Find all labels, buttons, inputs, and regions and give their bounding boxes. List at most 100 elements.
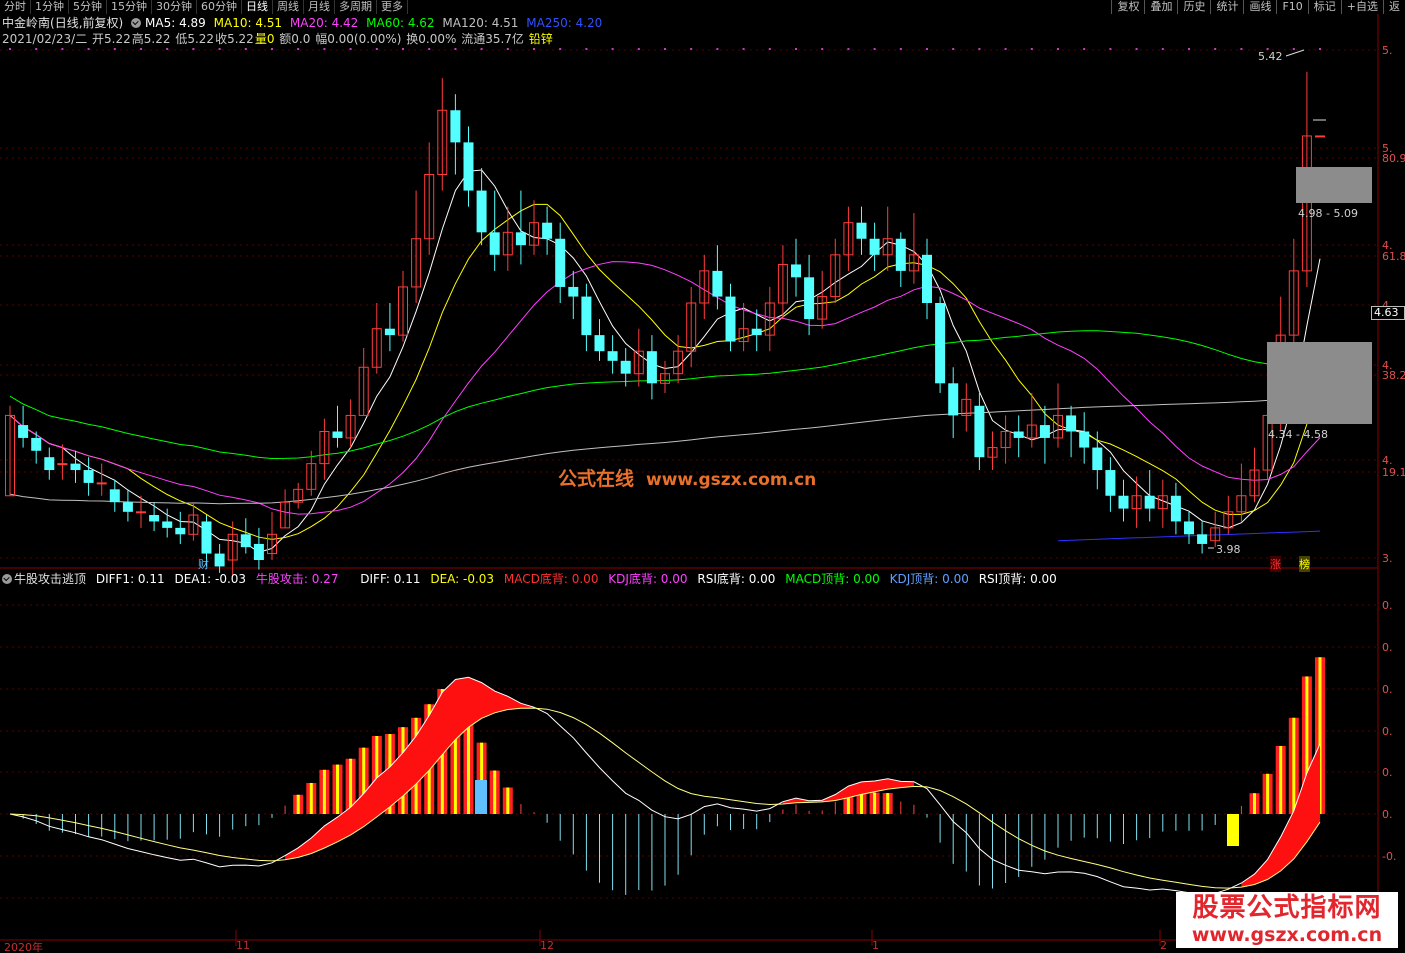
price-axis-label: 38.2: [1382, 369, 1405, 382]
candle-body-down: [1184, 521, 1194, 535]
macd-bar-yellow: [1292, 717, 1296, 814]
price-axis-label: 61.8: [1382, 250, 1405, 263]
candle-body-down: [1118, 495, 1129, 509]
highlight-bar-yellow: [1227, 814, 1239, 846]
signal-dot: [480, 48, 483, 50]
center-watermark-cn: 公式在线: [558, 468, 635, 490]
candle-body-down: [935, 303, 946, 384]
rsi-bottom-value: RSI底背: 0.00: [697, 572, 776, 586]
signal-dot: [690, 48, 693, 50]
candle-body-up: [96, 482, 107, 485]
macd-bar-yellow: [506, 787, 510, 814]
signal-dot: [349, 48, 352, 50]
signal-dot: [9, 48, 11, 50]
signal-dot: [952, 48, 955, 50]
signal-dot: [1109, 48, 1112, 50]
macd-bar-yellow: [1253, 793, 1256, 814]
signal-dot: [899, 48, 902, 50]
candle-body-down: [542, 222, 553, 239]
date-axis-label: 2020年: [4, 941, 43, 953]
lower-zone: [1267, 342, 1372, 424]
candle-body-down: [175, 527, 186, 535]
signal-dot: [1319, 48, 1321, 50]
diff1-value: DIFF1: 0.11: [95, 572, 165, 586]
signal-dot: [218, 48, 221, 50]
candle-body-down: [44, 457, 55, 471]
indicator-name[interactable]: 牛股攻击逃顶: [14, 572, 86, 586]
candle-body-down: [712, 270, 723, 297]
macd-bar-yellow: [873, 792, 877, 814]
candle-body-down: [1066, 415, 1077, 432]
signal-dot: [113, 48, 116, 50]
candle-body-down: [18, 425, 29, 438]
signal-dot: [166, 48, 169, 50]
indicator-header: 牛股攻击逃顶 DIFF1: 0.11 DEA1: -0.03 牛股攻击: 0.2…: [2, 571, 1063, 587]
candle-body-down: [555, 238, 566, 287]
candle-body-down: [620, 360, 631, 374]
corner-watermark-url: www.gszx.com.cn: [1191, 924, 1383, 946]
macd-bar-yellow: [309, 782, 313, 814]
signal-dot: [87, 48, 90, 50]
signal-dot: [1083, 48, 1086, 50]
candle-body-down: [149, 515, 160, 522]
candle-body-down: [1144, 495, 1155, 509]
signal-dot: [506, 48, 509, 50]
signal-dot: [271, 48, 273, 50]
signal-dot: [428, 48, 431, 50]
low-price-label: 3.98: [1216, 543, 1241, 556]
candle-body-down: [1013, 431, 1024, 438]
candle-body-down: [804, 277, 815, 320]
date-axis-label: 2: [1160, 939, 1167, 952]
candle-body-down: [162, 521, 173, 528]
candle-body-down: [568, 286, 579, 297]
candle-body-down: [515, 232, 526, 246]
upper-zone-label: 4.98 - 5.09: [1298, 207, 1358, 220]
signal-dot: [1214, 48, 1217, 50]
candle-body-down: [240, 534, 251, 548]
signal-dot: [559, 48, 562, 50]
signal-dot: [1030, 48, 1033, 50]
signal-dot: [323, 48, 326, 50]
indicator-axis-label: 0.: [1382, 683, 1393, 696]
indicator-axis-label: 0.: [1382, 641, 1393, 654]
date-axis-label: 12: [540, 939, 554, 952]
signal-dot: [926, 48, 928, 50]
macd-bottom-value: MACD底背: 0.00: [503, 572, 599, 586]
candle-body-down: [70, 463, 81, 471]
candle-body-down: [869, 238, 880, 255]
signal-dot: [585, 48, 588, 50]
signal-dot: [244, 48, 247, 50]
signal-dot: [821, 48, 824, 50]
candle-body-down: [1105, 470, 1116, 496]
limit-up-marker[interactable]: 涨: [1270, 556, 1281, 572]
attack-value: 牛股攻击: 0.27: [255, 572, 339, 586]
signal-dot: [1135, 48, 1138, 50]
candle-body-down: [1092, 447, 1103, 471]
corner-watermark: 股票公式指标网 www.gszx.com.cn: [1176, 892, 1398, 948]
candle-body-down: [253, 543, 264, 560]
signal-dot: [375, 48, 378, 50]
price-axis-label: 80.9: [1382, 152, 1405, 165]
indicator-axis-label: 0.: [1382, 766, 1393, 779]
macd-bar-yellow: [467, 714, 470, 814]
candle-body-down: [109, 489, 120, 503]
signal-dot: [637, 48, 640, 50]
high-arrow: [1285, 49, 1305, 57]
signal-dot: [402, 48, 404, 50]
signal-dot: [1188, 48, 1190, 50]
candle-body-up: [57, 463, 68, 466]
dea1-value: DEA1: -0.03: [174, 572, 247, 586]
candle-body-down: [122, 502, 133, 512]
candle-body-down: [751, 328, 762, 336]
finance-marker[interactable]: 财: [198, 556, 209, 572]
date-axis-label: 11: [236, 939, 250, 952]
indicator-settings-icon[interactable]: [2, 574, 12, 584]
macd-bar-yellow: [1279, 745, 1283, 814]
ranking-marker[interactable]: 榜: [1299, 556, 1310, 572]
current-price-tag: 4.63: [1371, 306, 1405, 320]
signal-dot: [1292, 48, 1295, 50]
candle-body-up: [136, 511, 146, 514]
price-axis-label: 19.1: [1382, 466, 1405, 479]
signal-dot: [716, 48, 719, 50]
signal-dot: [1161, 48, 1164, 50]
